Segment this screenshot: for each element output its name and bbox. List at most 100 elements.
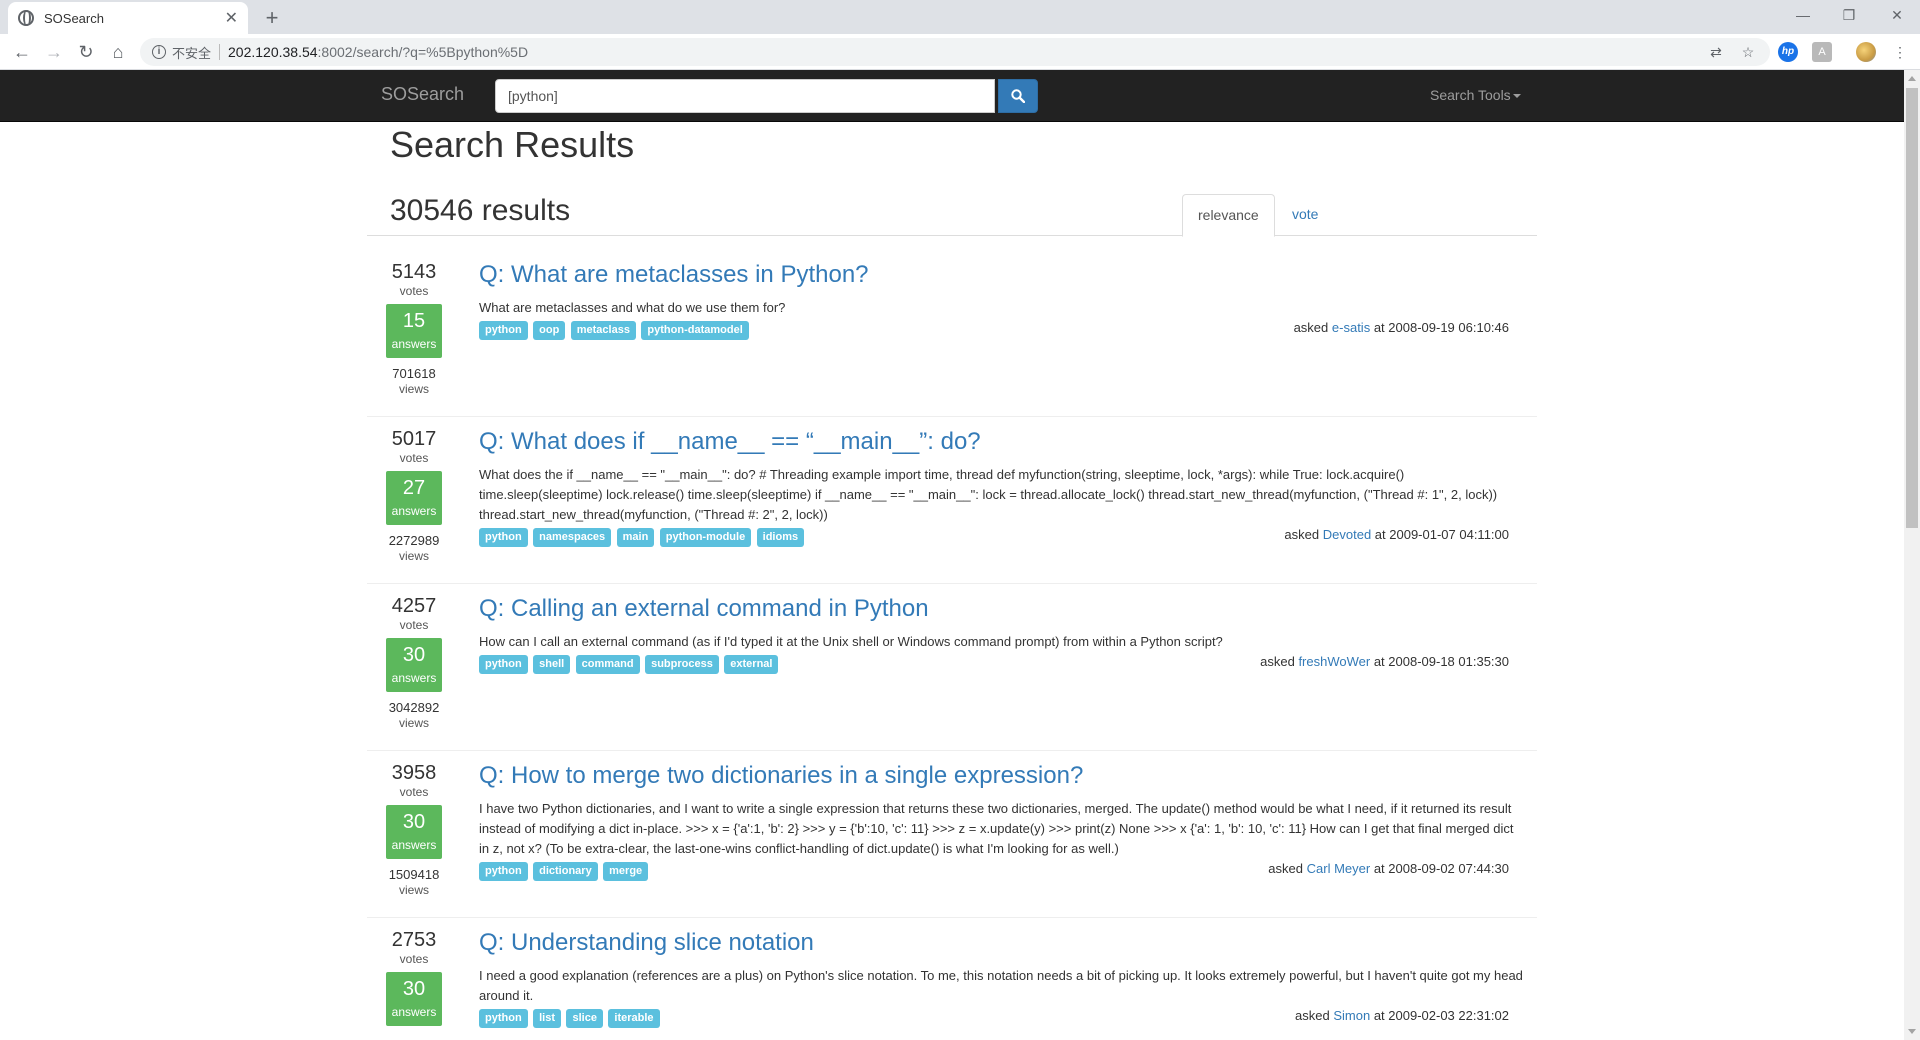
browser-tab[interactable]: SOSearch ✕ [8, 2, 248, 34]
user-link[interactable]: freshWoWer [1298, 654, 1370, 669]
asked-date: at 2008-09-02 07:44:30 [1373, 861, 1509, 876]
search-input[interactable] [495, 79, 995, 113]
vote-count: 5143 [391, 261, 437, 283]
tag-dictionary[interactable]: dictionary [533, 862, 598, 881]
answers-label: answers [391, 838, 437, 852]
question-title-link[interactable]: Q: Calling an external command in Python [479, 594, 1524, 624]
back-icon[interactable]: ← [8, 38, 36, 66]
info-icon[interactable]: i [152, 45, 166, 59]
votes-label: votes [399, 284, 429, 298]
window-close-icon[interactable]: ✕ [1874, 0, 1920, 30]
views-label: views [398, 382, 429, 396]
security-label[interactable]: 不安全 [172, 43, 211, 62]
tag-command[interactable]: command [575, 655, 640, 674]
tag-idioms[interactable]: idioms [756, 528, 805, 547]
tag-row: python shell command subprocess external… [479, 654, 1524, 676]
reload-icon[interactable]: ↻ [72, 38, 100, 66]
search-tools-dropdown[interactable]: Search Tools [1430, 87, 1521, 103]
tab-title: SOSearch [44, 10, 104, 26]
asked-date: at 2009-02-03 22:31:02 [1373, 1008, 1509, 1023]
asked-info: asked Simon at 2009-02-03 22:31:02 [1295, 1008, 1509, 1023]
page-title: Search Results [390, 124, 635, 165]
tag-python[interactable]: python [479, 655, 528, 674]
asked-info: asked Devoted at 2009-01-07 04:11:00 [1284, 527, 1509, 542]
sort-tab-vote[interactable]: vote [1277, 194, 1333, 236]
question-body: Q: Calling an external command in Python… [479, 594, 1524, 676]
address-bar[interactable]: i 不安全 202.120.38.54:8002/search/?q=%5Bpy… [140, 38, 1770, 66]
brand-link[interactable]: SOSearch [381, 84, 464, 105]
asked-info: asked e-satis at 2008-09-19 06:10:46 [1294, 320, 1509, 335]
menu-icon[interactable]: ⋮ [1890, 42, 1910, 62]
tag-python-datamodel[interactable]: python-datamodel [641, 321, 749, 340]
asked-prefix: asked [1268, 861, 1303, 876]
question-title-link[interactable]: Q: How to merge two dictionaries in a si… [479, 761, 1524, 791]
answers-badge: 30 answers [386, 972, 442, 1026]
tab-close-icon[interactable]: ✕ [225, 8, 238, 28]
answers-label: answers [391, 504, 437, 518]
star-icon[interactable]: ☆ [1738, 42, 1758, 62]
question-stats: 3958 votes 30 answers 1509418 views [385, 761, 443, 897]
question-excerpt: I have two Python dictionaries, and I wa… [479, 801, 1514, 856]
user-link[interactable]: e-satis [1332, 320, 1370, 335]
answer-count: 27 [402, 477, 426, 499]
scroll-up-icon[interactable] [1908, 76, 1916, 81]
results-count: 30546 results [390, 194, 571, 227]
minimize-icon[interactable]: — [1780, 0, 1826, 30]
address-separator [219, 44, 221, 60]
answer-count: 30 [402, 644, 426, 666]
question-stats: 5143 votes 15 answers 701618 views [385, 260, 443, 396]
pdf-icon[interactable]: A [1812, 42, 1832, 62]
translate-icon[interactable]: ⇄ [1706, 42, 1726, 62]
vertical-scrollbar[interactable] [1904, 70, 1920, 1040]
sort-tab-relevance[interactable]: relevance [1182, 194, 1275, 237]
app-navbar: SOSearch Search Tools [0, 70, 1904, 122]
browser-tabstrip: SOSearch ✕ + — ❐ ✕ [0, 0, 1920, 34]
user-link[interactable]: Devoted [1323, 527, 1371, 542]
new-tab-button[interactable]: + [258, 4, 286, 32]
vote-count: 3958 [391, 762, 437, 784]
scroll-down-icon[interactable] [1908, 1029, 1916, 1034]
tag-list[interactable]: list [533, 1009, 562, 1028]
answers-badge: 30 answers [386, 638, 442, 692]
question-title-link[interactable]: Q: What are metaclasses in Python? [479, 260, 1524, 290]
scrollbar-thumb[interactable] [1906, 88, 1918, 528]
forward-icon[interactable]: → [40, 38, 68, 66]
tag-iterable[interactable]: iterable [608, 1009, 660, 1028]
question-excerpt: What are metaclasses and what do we use … [479, 300, 786, 315]
tag-namespaces[interactable]: namespaces [533, 528, 612, 547]
user-link[interactable]: Simon [1333, 1008, 1370, 1023]
question-item: 3958 votes 30 answers 1509418 views Q: H… [367, 761, 1537, 918]
view-count: 701618 [392, 366, 436, 381]
url-path: :8002/search/?q=%5Bpython%5D [317, 44, 529, 60]
avatar-icon[interactable] [1856, 42, 1876, 62]
answer-count: 30 [402, 978, 426, 1000]
search-button[interactable] [998, 79, 1038, 113]
answers-label: answers [391, 671, 437, 685]
browser-toolbar: ← → ↻ ⌂ i 不安全 202.120.38.54:8002/search/… [0, 34, 1920, 70]
tag-slice[interactable]: slice [566, 1009, 603, 1028]
home-icon[interactable]: ⌂ [104, 38, 132, 66]
question-item: 4257 votes 30 answers 3042892 views Q: C… [367, 594, 1537, 751]
tag-python[interactable]: python [479, 321, 528, 340]
question-title-link[interactable]: Q: What does if __name__ == “__main__”: … [479, 427, 1524, 457]
tag-python[interactable]: python [479, 528, 528, 547]
question-body: Q: Understanding slice notation I need a… [479, 928, 1524, 1030]
tag-metaclass[interactable]: metaclass [570, 321, 636, 340]
votes-label: votes [399, 952, 429, 966]
hp-icon[interactable]: hp [1778, 42, 1798, 62]
tag-main[interactable]: main [616, 528, 655, 547]
tag-subprocess[interactable]: subprocess [645, 655, 719, 674]
tag-python-module[interactable]: python-module [659, 528, 752, 547]
user-link[interactable]: Carl Meyer [1307, 861, 1371, 876]
votes-label: votes [399, 785, 429, 799]
tag-shell[interactable]: shell [533, 655, 571, 674]
restore-icon[interactable]: ❐ [1826, 0, 1872, 30]
tag-oop[interactable]: oop [533, 321, 566, 340]
question-title-link[interactable]: Q: Understanding slice notation [479, 928, 1524, 958]
tag-merge[interactable]: merge [603, 862, 649, 881]
tag-external[interactable]: external [724, 655, 779, 674]
tag-row: python list slice iterable asked Simon a… [479, 1008, 1524, 1030]
tag-python[interactable]: python [479, 862, 528, 881]
question-excerpt: I need a good explanation (references ar… [479, 968, 1523, 1003]
tag-python[interactable]: python [479, 1009, 528, 1028]
